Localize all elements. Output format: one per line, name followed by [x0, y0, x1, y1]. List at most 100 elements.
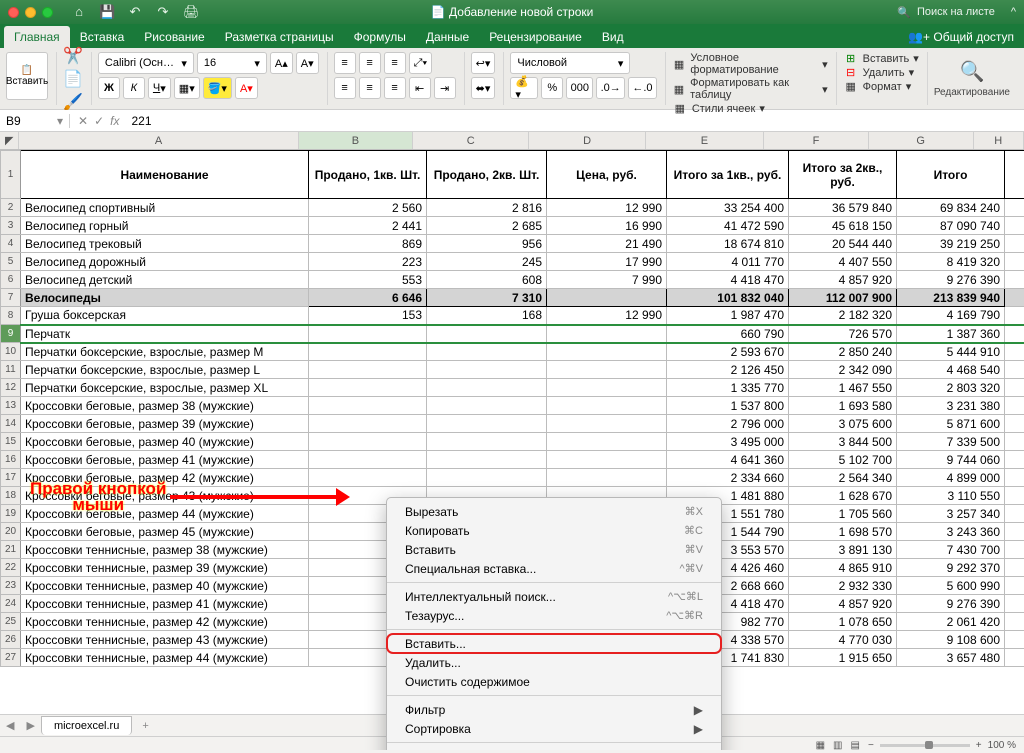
cell[interactable]: Перчатк: [21, 325, 309, 343]
cell[interactable]: 7 430 700: [897, 541, 1005, 559]
col-header-a[interactable]: A: [19, 132, 298, 149]
tab-home[interactable]: Главная: [4, 26, 70, 48]
cond-format-button[interactable]: ▦Условное форматирование ▾: [672, 52, 828, 76]
cell[interactable]: 9 108 600: [897, 631, 1005, 649]
cell[interactable]: 101 832 040: [667, 289, 789, 307]
cell[interactable]: [547, 415, 667, 433]
cell[interactable]: [427, 325, 547, 343]
cell[interactable]: 2 182 320: [789, 307, 897, 325]
cell[interactable]: 1 987 470: [667, 307, 789, 325]
merge-cells-icon[interactable]: ⬌▾: [471, 77, 496, 99]
cell[interactable]: [427, 433, 547, 451]
save-icon[interactable]: 💾: [99, 4, 115, 20]
cell[interactable]: Перчатки боксерские, взрослые, размер L: [21, 361, 309, 379]
fill-color-button[interactable]: 🪣▾: [203, 77, 232, 99]
dec-decimal-icon[interactable]: ←.0: [628, 77, 657, 99]
row-header[interactable]: 16: [1, 451, 21, 469]
cell[interactable]: 956: [427, 235, 547, 253]
cell[interactable]: 4 418 470: [667, 271, 789, 289]
cell[interactable]: [427, 469, 547, 487]
cell[interactable]: [427, 343, 547, 361]
cell[interactable]: 5 444 910: [897, 343, 1005, 361]
row-header[interactable]: 7: [1, 289, 21, 307]
cell[interactable]: 2 685: [427, 217, 547, 235]
home-icon[interactable]: ⌂: [71, 4, 87, 20]
italic-button[interactable]: К: [123, 77, 145, 99]
redo-icon[interactable]: ↷: [155, 4, 171, 20]
col-header-f[interactable]: F: [764, 132, 869, 149]
underline-button[interactable]: Ч▾: [148, 77, 171, 99]
row-header[interactable]: 14: [1, 415, 21, 433]
cell[interactable]: 17 990: [547, 253, 667, 271]
inc-decimal-icon[interactable]: .0→: [596, 77, 625, 99]
cell[interactable]: Кроссовки беговые, размер 40 (мужские): [21, 433, 309, 451]
cell[interactable]: 5 102 700: [789, 451, 897, 469]
minimize-icon[interactable]: [25, 7, 36, 18]
cell[interactable]: 1 693 580: [789, 397, 897, 415]
cell[interactable]: Кроссовки теннисные, размер 44 (мужские): [21, 649, 309, 667]
row-header[interactable]: 3: [1, 217, 21, 235]
cell[interactable]: [547, 433, 667, 451]
cell[interactable]: 3 891 130: [789, 541, 897, 559]
col-header-h[interactable]: H: [974, 132, 1024, 149]
increase-font-icon[interactable]: A▴: [270, 52, 293, 74]
chevron-up-icon[interactable]: ^: [1011, 6, 1016, 18]
cell[interactable]: [547, 289, 667, 307]
tab-layout[interactable]: Разметка страницы: [215, 26, 344, 48]
header-cell[interactable]: Наименование: [21, 151, 309, 199]
font-color-button[interactable]: A▾: [235, 77, 258, 99]
cell[interactable]: Кроссовки теннисные, размер 43 (мужские): [21, 631, 309, 649]
cell[interactable]: 168: [427, 307, 547, 325]
cell[interactable]: 2 932 330: [789, 577, 897, 595]
cell[interactable]: 1 387 360: [897, 325, 1005, 343]
cell[interactable]: Кроссовки теннисные, размер 38 (мужские): [21, 541, 309, 559]
cell[interactable]: Велосипед спортивный: [21, 199, 309, 217]
number-format-select[interactable]: Числовой▾: [510, 52, 630, 74]
cell[interactable]: Кроссовки беговые, размер 39 (мужские): [21, 415, 309, 433]
row-header[interactable]: 9: [1, 325, 21, 343]
confirm-formula-icon[interactable]: ✓: [94, 114, 104, 128]
cell[interactable]: [309, 343, 427, 361]
cell[interactable]: Велосипед детский: [21, 271, 309, 289]
currency-icon[interactable]: 💰▾: [510, 77, 538, 99]
cell[interactable]: 4 468 540: [897, 361, 1005, 379]
row-header[interactable]: 20: [1, 523, 21, 541]
row-header[interactable]: 8: [1, 307, 21, 325]
cell[interactable]: [547, 469, 667, 487]
cell[interactable]: 3 243 360: [897, 523, 1005, 541]
cell[interactable]: 4 857 920: [789, 595, 897, 613]
col-header-c[interactable]: C: [413, 132, 529, 149]
menu-item[interactable]: Специальная вставка...^⌘V: [387, 559, 721, 578]
menu-item[interactable]: Копировать⌘C: [387, 521, 721, 540]
row-header[interactable]: 23: [1, 577, 21, 595]
cell[interactable]: [547, 379, 667, 397]
cell[interactable]: 12 990: [547, 307, 667, 325]
cell[interactable]: 20 544 440: [789, 235, 897, 253]
cell[interactable]: 4 770 030: [789, 631, 897, 649]
menu-item[interactable]: Вырезать⌘X: [387, 502, 721, 521]
row-header[interactable]: 18: [1, 487, 21, 505]
cell[interactable]: 3 844 500: [789, 433, 897, 451]
menu-item[interactable]: Сортировка▶: [387, 719, 721, 738]
cell[interactable]: 1 335 770: [667, 379, 789, 397]
cell[interactable]: Кроссовки беговые, размер 44 (мужские): [21, 505, 309, 523]
cell[interactable]: 8 419 320: [897, 253, 1005, 271]
cell[interactable]: [427, 379, 547, 397]
border-button[interactable]: ▦▾: [174, 77, 200, 99]
fx-icon[interactable]: fx: [110, 114, 119, 128]
cell[interactable]: 869: [309, 235, 427, 253]
paste-button[interactable]: 📋Вставить: [6, 52, 48, 100]
cell-styles-button[interactable]: ▦Стили ячеек ▾: [672, 102, 828, 115]
cell[interactable]: [427, 361, 547, 379]
cell[interactable]: Велосипеды: [21, 289, 309, 307]
cell[interactable]: [547, 451, 667, 469]
header-cell[interactable]: Продано, 1кв. Шт.: [309, 151, 427, 199]
format-table-button[interactable]: ▦Форматировать как таблицу ▾: [672, 77, 828, 101]
comma-icon[interactable]: 000: [566, 77, 593, 99]
cell[interactable]: 69 834 240: [897, 199, 1005, 217]
row-header[interactable]: 17: [1, 469, 21, 487]
row-header[interactable]: 19: [1, 505, 21, 523]
tab-formulas[interactable]: Формулы: [344, 26, 416, 48]
view-normal-icon[interactable]: ▦: [816, 740, 825, 751]
cell[interactable]: 9 744 060: [897, 451, 1005, 469]
